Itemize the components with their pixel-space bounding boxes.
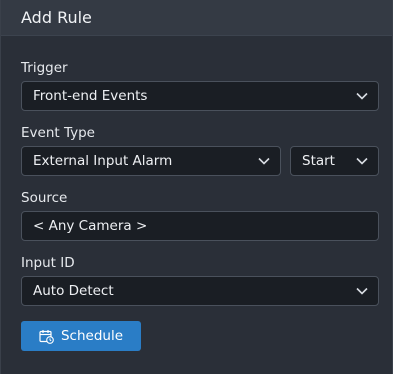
panel-header: Add Rule bbox=[1, 0, 392, 36]
event-type-label: Event Type bbox=[21, 125, 95, 141]
chevron-down-icon bbox=[258, 157, 270, 165]
trigger-select[interactable]: Front-end Events bbox=[21, 81, 379, 111]
input-id-label: Input ID bbox=[21, 255, 75, 271]
event-state-value: Start bbox=[302, 153, 335, 169]
event-state-select[interactable]: Start bbox=[290, 146, 379, 176]
event-type-select[interactable]: External Input Alarm bbox=[21, 146, 281, 176]
add-rule-panel: Add Rule Trigger Front-end Events Event … bbox=[0, 0, 393, 374]
event-type-row: External Input Alarm Start bbox=[21, 146, 379, 176]
source-value: < Any Camera > bbox=[33, 218, 148, 234]
input-id-value: Auto Detect bbox=[33, 283, 114, 299]
trigger-value: Front-end Events bbox=[33, 88, 148, 104]
trigger-label: Trigger bbox=[21, 60, 68, 76]
panel-title: Add Rule bbox=[21, 8, 92, 27]
input-id-select[interactable]: Auto Detect bbox=[21, 276, 379, 306]
chevron-down-icon bbox=[356, 287, 368, 295]
calendar-clock-icon bbox=[39, 329, 54, 344]
source-label: Source bbox=[21, 190, 68, 206]
schedule-button[interactable]: Schedule bbox=[21, 321, 141, 351]
chevron-down-icon bbox=[356, 157, 368, 165]
chevron-down-icon bbox=[356, 92, 368, 100]
source-field[interactable]: < Any Camera > bbox=[21, 211, 379, 241]
event-type-value: External Input Alarm bbox=[33, 153, 173, 169]
rule-form: Trigger Front-end Events Event Type Exte… bbox=[1, 60, 392, 351]
schedule-label: Schedule bbox=[60, 328, 124, 344]
